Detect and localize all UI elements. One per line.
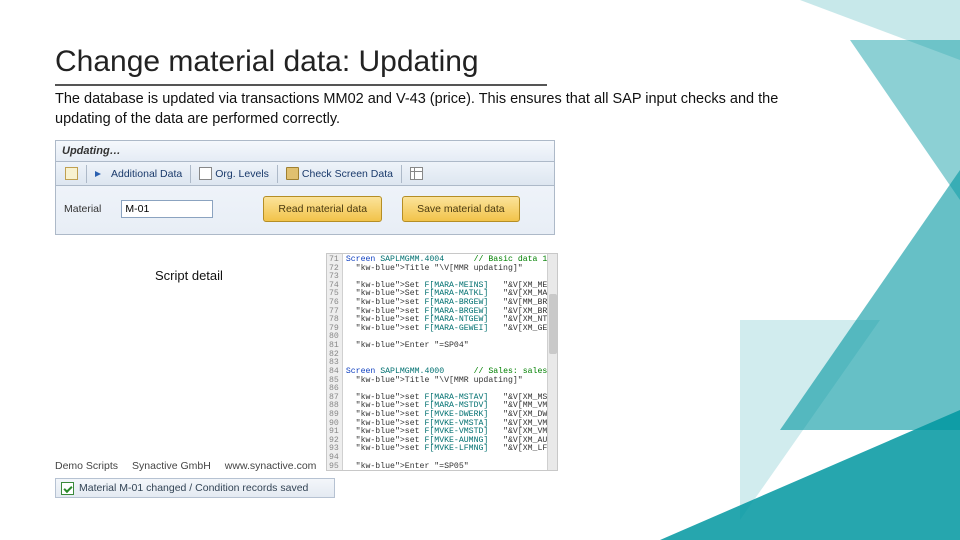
material-input[interactable] [121, 200, 213, 218]
toolbar-label: Check Screen Data [302, 168, 393, 180]
lock-icon [286, 167, 299, 180]
read-material-button[interactable]: Read material data [263, 196, 382, 222]
toolbar-separator [86, 165, 87, 183]
hierarchy-icon [199, 167, 212, 180]
toolbar-additional-data[interactable]: Additional Data [90, 164, 187, 184]
toolbar-grid[interactable] [405, 164, 428, 184]
grid-icon [410, 167, 423, 180]
script-detail-label: Script detail [155, 268, 223, 283]
slide: Change material data: Updating The datab… [0, 0, 960, 540]
page-title: Change material data: Updating [55, 45, 479, 79]
window-title: Updating… [62, 145, 121, 157]
title-underline [55, 84, 547, 86]
save-material-button[interactable]: Save material data [402, 196, 520, 222]
toolbar-separator [277, 165, 278, 183]
line-number-gutter: 71 72 73 74 75 76 77 78 79 80 81 82 83 8… [327, 254, 343, 470]
document-icon [65, 167, 78, 180]
toolbar-label: Additional Data [111, 168, 182, 180]
toolbar-check-screen-data[interactable]: Check Screen Data [281, 164, 398, 184]
status-text: Material M-01 changed / Condition record… [79, 482, 308, 494]
window-titlebar: Updating… [55, 140, 555, 162]
app-toolbar: Additional Data Org. Levels Check Screen… [55, 162, 555, 186]
code-editor: 71 72 73 74 75 76 77 78 79 80 81 82 83 8… [326, 253, 558, 471]
footer-company: Synactive GmbH [132, 460, 211, 472]
toolbar-label: Org. Levels [215, 168, 269, 180]
code-content[interactable]: Screen SAPLMGMM.4004 // Basic data 1 "kw… [343, 254, 558, 470]
scrollbar-thumb[interactable] [549, 294, 557, 354]
check-icon [61, 482, 74, 495]
status-bar: Material M-01 changed / Condition record… [55, 478, 335, 498]
footer-demo: Demo Scripts [55, 460, 118, 472]
toolbar-separator [401, 165, 402, 183]
app-body: Material Read material data Save materia… [55, 186, 555, 235]
app-window: Updating… Additional Data Org. Levels Ch… [55, 140, 555, 235]
toolbar-separator [190, 165, 191, 183]
scrollbar-vertical[interactable] [547, 254, 557, 470]
decor-triangle [780, 170, 960, 430]
page-subtitle: The database is updated via transactions… [55, 90, 795, 129]
arrow-right-icon [95, 167, 108, 180]
decor-triangle [660, 410, 960, 540]
footer: Demo Scripts Synactive GmbH www.synactiv… [55, 460, 316, 472]
toolbar-new[interactable] [60, 164, 83, 184]
toolbar-org-levels[interactable]: Org. Levels [194, 164, 274, 184]
material-label: Material [64, 203, 101, 215]
footer-url: www.synactive.com [225, 460, 317, 472]
